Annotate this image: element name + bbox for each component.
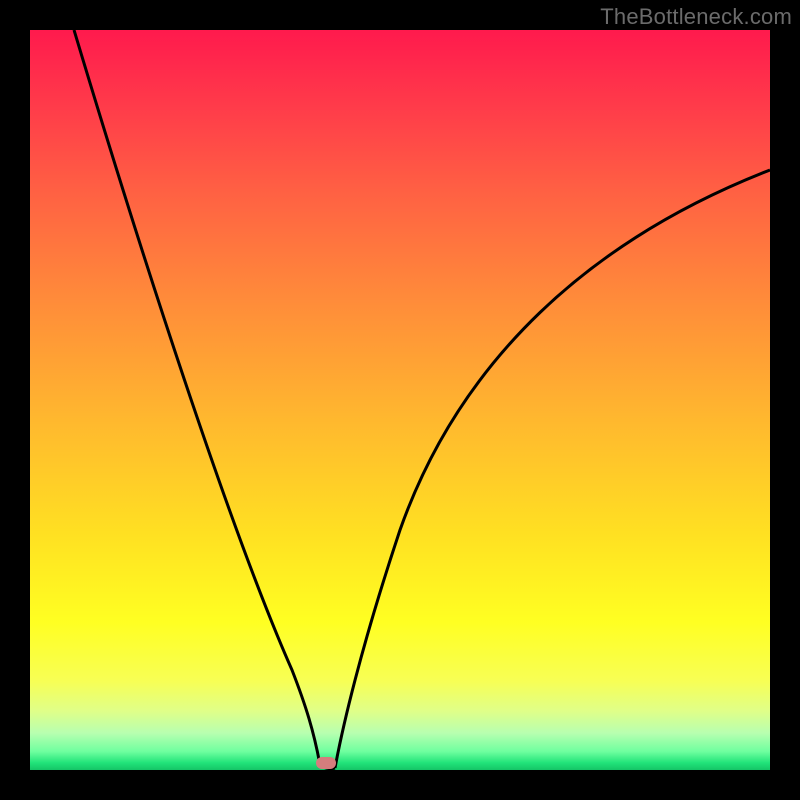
curve-left-branch: [74, 30, 320, 765]
optimal-marker: [316, 757, 336, 769]
chart-frame: TheBottleneck.com: [0, 0, 800, 800]
plot-area: [30, 30, 770, 770]
bottleneck-curve: [30, 30, 770, 770]
watermark-text: TheBottleneck.com: [600, 4, 792, 30]
curve-right-branch: [335, 170, 770, 768]
